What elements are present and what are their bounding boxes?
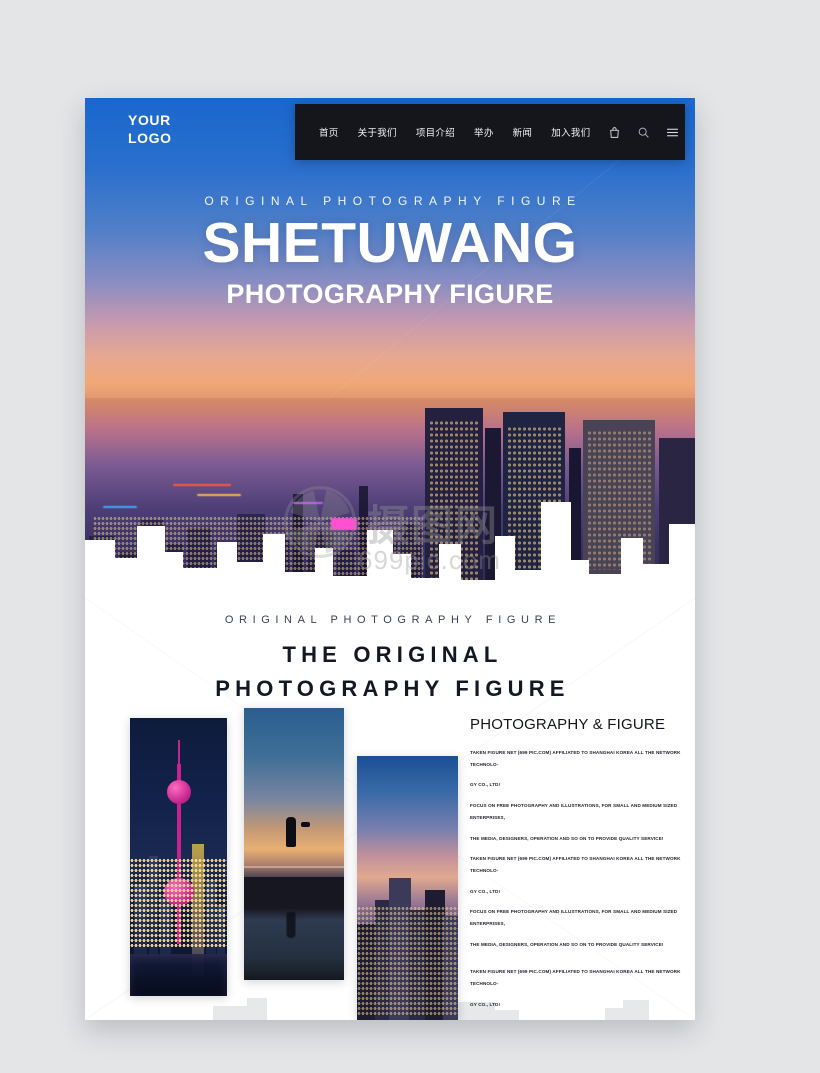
brand-logo[interactable]: YOUR LOGO [128, 112, 172, 147]
copy-title: PHOTOGRAPHY & FIGURE [470, 716, 666, 733]
nav-item-home[interactable]: 首页 [319, 125, 339, 139]
section-heading: ORIGINAL PHOTOGRAPHY FIGURE THE ORIGINAL… [85, 598, 695, 706]
nav-item-events[interactable]: 举办 [474, 125, 494, 139]
copy-line: GY CO., LTD! [470, 888, 501, 894]
brand-logo-line1: YOUR [128, 112, 171, 128]
hero-text-block: ORIGINAL PHOTOGRAPHY FIGURE SHETUWANG PH… [85, 194, 695, 310]
copy-line: FOCUS ON FREE PHOTOGRAPHY AND ILLUSTRATI… [470, 803, 678, 820]
photo-city-skyline-dusk [357, 756, 458, 1020]
copy-line: GY CO., LTD! [470, 782, 501, 788]
section-title: THE ORIGINAL PHOTOGRAPHY FIGURE [85, 638, 695, 706]
hero-title: SHETUWANG [202, 211, 578, 275]
section-title-line1: THE ORIGINAL [282, 642, 503, 667]
copy-line: TAKEN FIGURE NET (699 PIC.COM) AFFILIATE… [470, 969, 681, 987]
nav-item-news[interactable]: 新闻 [513, 125, 533, 139]
search-icon[interactable] [637, 126, 650, 139]
nav-icon-group [608, 126, 679, 139]
gallery-photo-3[interactable] [357, 756, 458, 1020]
photo-photographer-silhouette [244, 708, 344, 980]
page-card: 摄图网 699pic.com ORIGINAL PHOTOGRAPHY FIGU… [85, 98, 695, 1020]
copy-line: TAKEN FIGURE NET (699 PIC.COM) AFFILIATE… [470, 856, 681, 873]
copy-line: THE MEDIA, DESIGNERS, OPERATION AND SO O… [470, 835, 664, 841]
photo-shanghai-pearl-tower [130, 718, 227, 996]
nav-items: 首页 关于我们 项目介绍 举办 新闻 加入我们 [319, 125, 590, 139]
hero-eyebrow: ORIGINAL PHOTOGRAPHY FIGURE [204, 194, 582, 208]
copy-line: FOCUS ON FREE PHOTOGRAPHY AND ILLUSTRATI… [470, 909, 678, 927]
hero-subtitle: PHOTOGRAPHY FIGURE [226, 279, 554, 310]
copy-line: TAKEN FIGURE NET (699 PIC.COM) AFFILIATE… [470, 750, 681, 767]
main-navigation-bar: 首页 关于我们 项目介绍 举办 新闻 加入我们 [295, 104, 685, 160]
copy-line: GY CO., LTD! [470, 1001, 501, 1007]
section-title-line2: PHOTOGRAPHY FIGURE [215, 676, 570, 702]
hamburger-menu-icon[interactable] [666, 126, 679, 139]
gallery-photo-2[interactable] [244, 708, 344, 980]
brand-logo-line2: LOGO [128, 129, 172, 146]
hero-skyline-mask [85, 478, 695, 598]
section-eyebrow: ORIGINAL PHOTOGRAPHY FIGURE [224, 614, 562, 626]
gallery-photo-1[interactable] [130, 718, 227, 996]
copy-block: PHOTOGRAPHY & FIGURE TAKEN FIGURE NET (6… [470, 716, 682, 1020]
nav-item-about[interactable]: 关于我们 [358, 125, 397, 139]
bag-icon[interactable] [608, 126, 621, 139]
nav-item-projects[interactable]: 项目介绍 [416, 125, 455, 139]
nav-item-join-us[interactable]: 加入我们 [551, 125, 590, 139]
hero-section: 摄图网 699pic.com ORIGINAL PHOTOGRAPHY FIGU… [85, 98, 695, 598]
copy-line: THE MEDIA, DESIGNERS, OPERATION AND SO O… [470, 941, 664, 947]
